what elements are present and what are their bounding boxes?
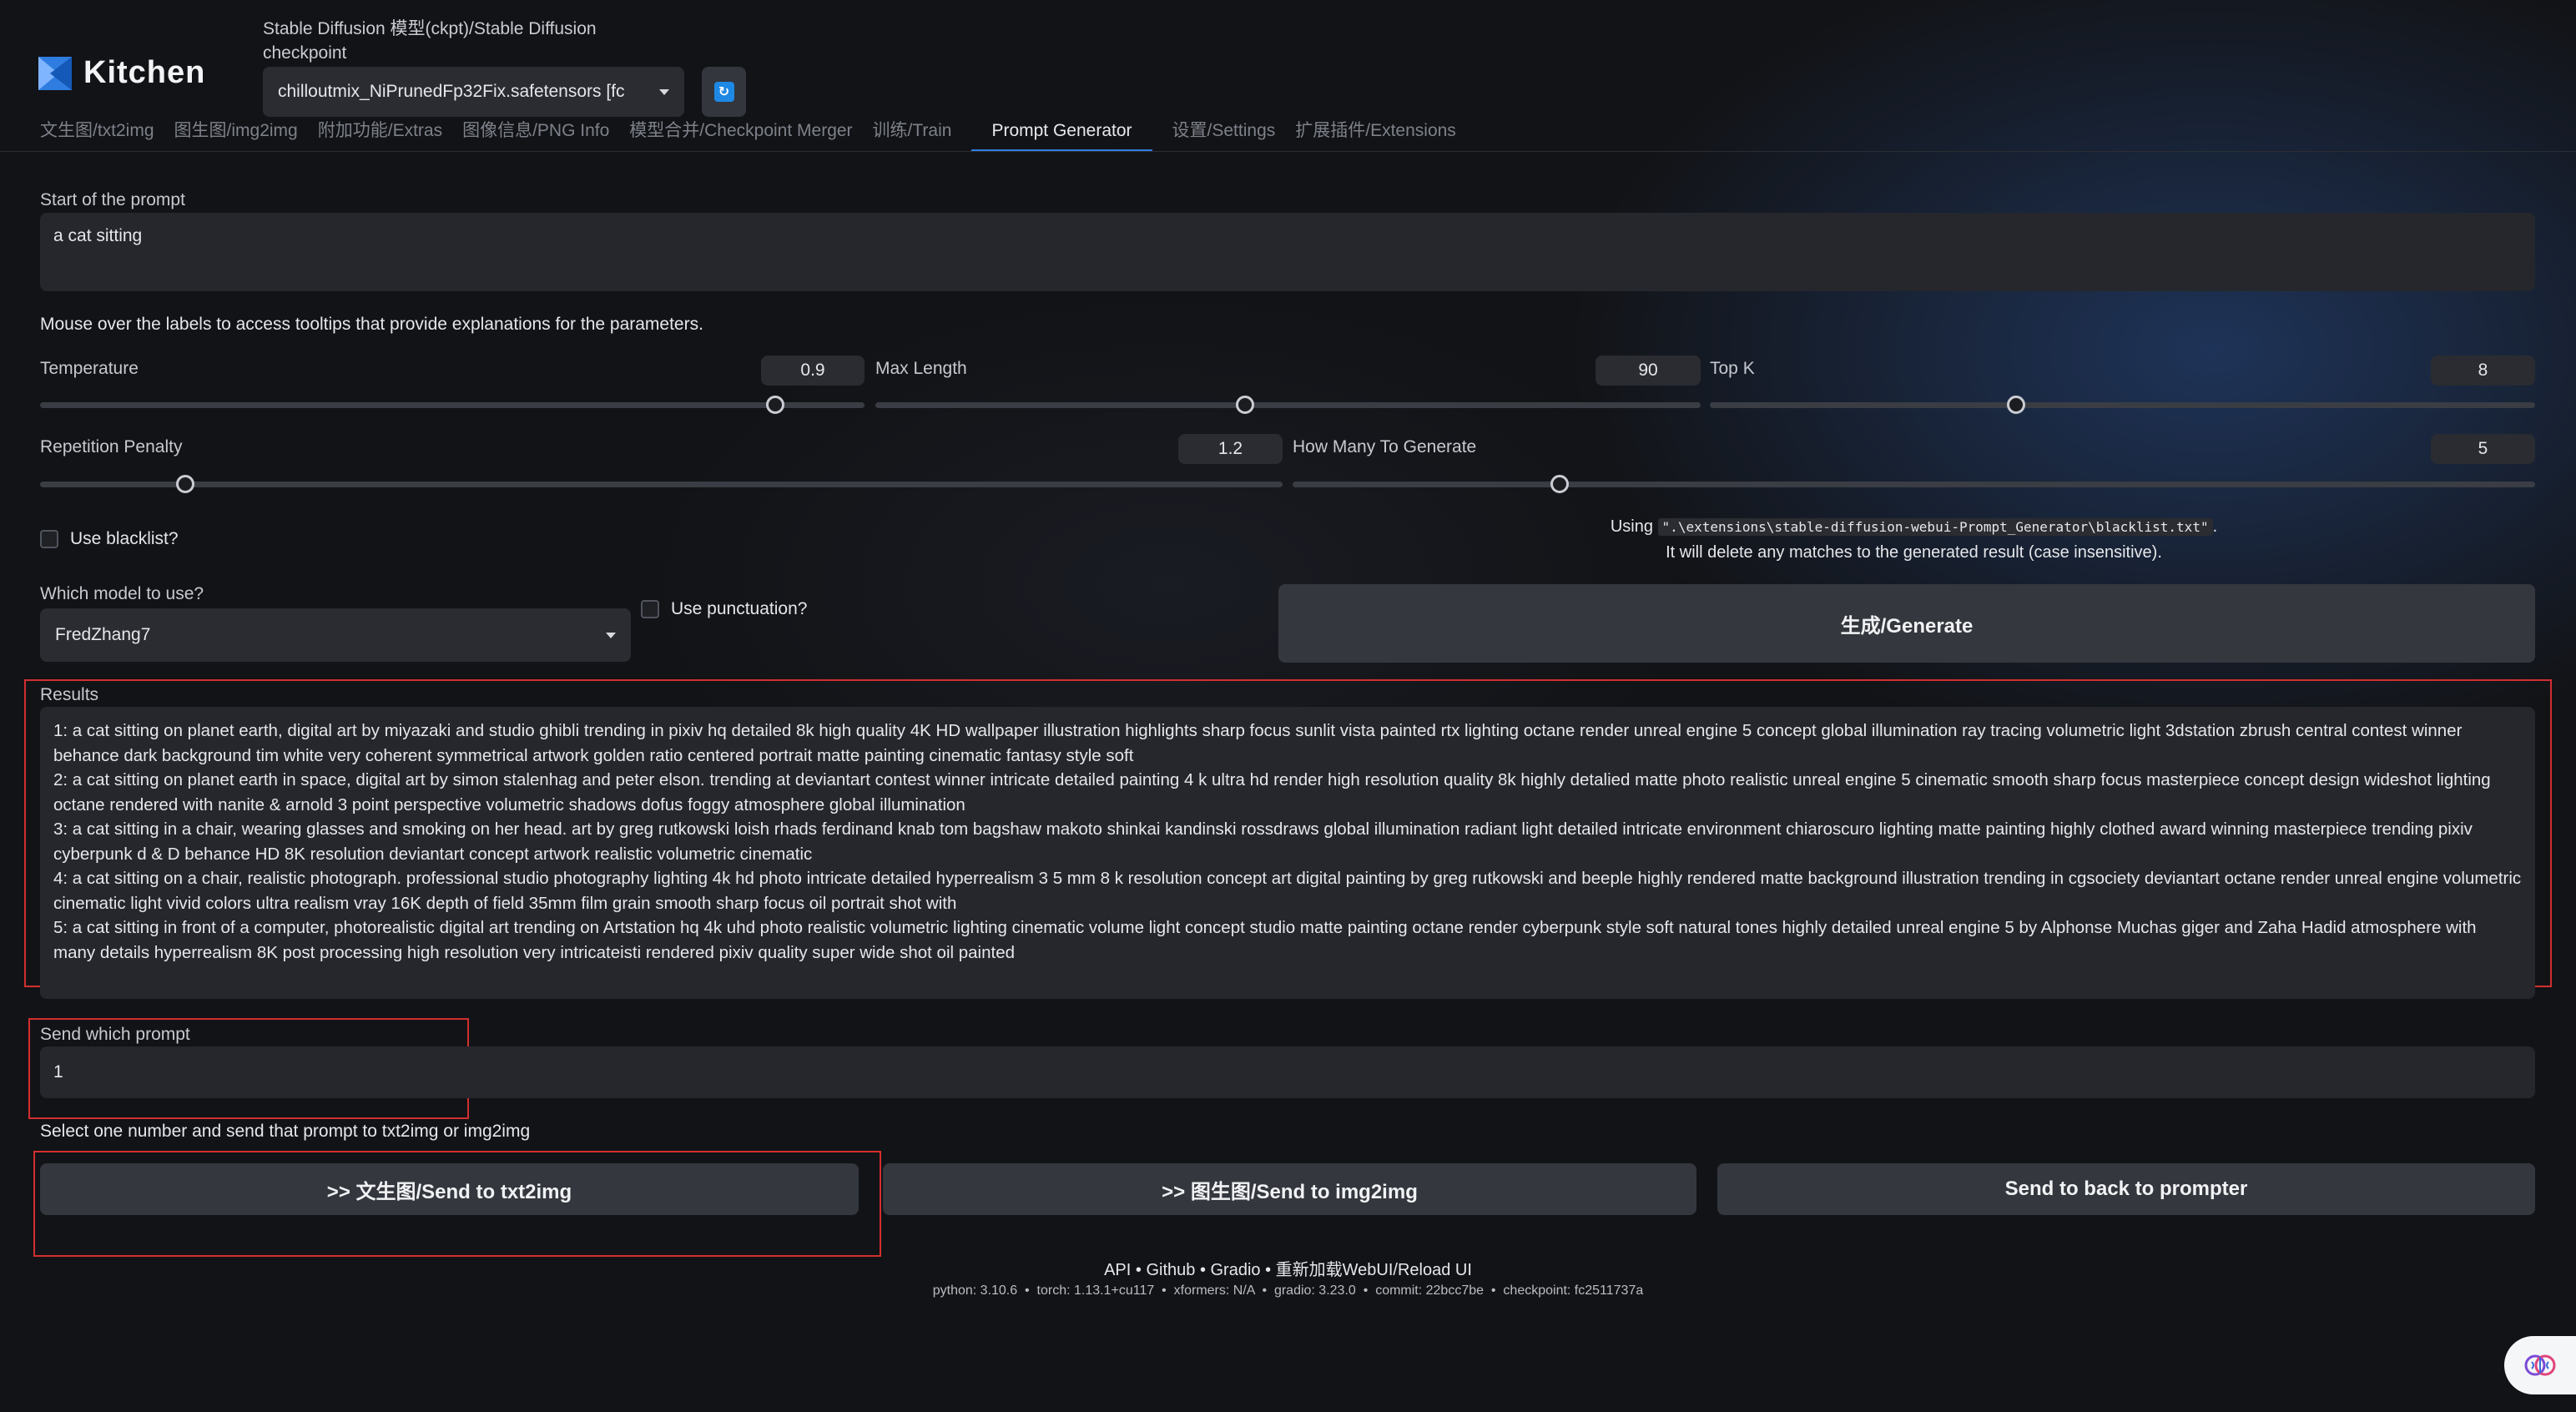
repetition-penalty-number-input[interactable]: 1.2 [1178,434,1283,464]
footer-commit: commit: 22bcc7be [1375,1283,1485,1298]
footer-gradio-link[interactable]: Gradio [1211,1261,1261,1279]
top-k-number-input[interactable]: 8 [2431,356,2535,386]
result-line: 3: a cat sitting in a chair, wearing gla… [53,819,2473,864]
kitchen-logo-icon [38,56,72,90]
send-to-img2img-button[interactable]: >> 图生图/Send to img2img [883,1163,1696,1215]
tab-settings[interactable]: 设置/Settings [1152,117,1296,152]
footer-separator: • [1199,1261,1211,1279]
repetition-penalty-slider-track[interactable] [40,482,1283,487]
max-length-label: Max Length [875,359,967,378]
model-label: Which model to use? [40,584,204,603]
max-length-slider-track[interactable] [875,402,1701,408]
blacklist-label: Use blacklist? [70,529,179,548]
footer-links: API • Github • Gradio • 重新加载WebUI/Reload… [0,1256,2576,1280]
result-line: 4: a cat sitting on a chair, realistic p… [53,869,2522,913]
tab-train[interactable]: 训练/Train [873,117,972,152]
send-which-input[interactable]: 1 [40,1046,2535,1098]
main-tabs: 文生图/txt2img 图生图/img2img 附加功能/Extras 图像信息… [40,117,1476,152]
tab-extras[interactable]: 附加功能/Extras [318,117,462,152]
refresh-icon: ↻ [713,82,734,102]
prompt-start-value: a cat sitting [53,226,143,245]
footer-reload-link[interactable]: 重新加载WebUI/Reload UI [1276,1261,1472,1279]
temperature-number-input[interactable]: 0.9 [761,356,865,386]
send-which-label: Send which prompt [40,1025,190,1044]
footer-separator: • [1359,1283,1376,1298]
footer-meta: python: 3.10.6 • torch: 1.13.1+cu117 • x… [0,1283,2576,1299]
tab-img2img[interactable]: 图生图/img2img [174,117,318,152]
blacklist-note: It will delete any matches to the genera… [1666,543,2162,562]
footer-separator: • [1258,1283,1274,1298]
model-dropdown[interactable]: FredZhang7 [40,608,631,662]
brain-icon [2524,1354,2556,1376]
temperature-label: Temperature [40,359,139,378]
tab-txt2img[interactable]: 文生图/txt2img [40,117,174,152]
tab-extensions[interactable]: 扩展插件/Extensions [1295,117,1476,152]
blacklist-info: Using ".\extensions\stable-diffusion-web… [1293,514,2535,565]
chevron-down-icon [659,88,669,95]
footer-gradio-version: gradio: 3.23.0 [1273,1283,1356,1298]
results-textarea[interactable]: 1: a cat sitting on planet earth, digita… [40,707,2535,999]
select-hint: Select one number and send that prompt t… [40,1122,531,1141]
footer-torch-version: torch: 1.13.1+cu117 [1036,1283,1155,1298]
top-k-label: Top K [1710,359,1755,378]
app-logo: Kitchen [38,55,205,91]
app-name: Kitchen [83,55,206,90]
how-many-slider-track[interactable] [1293,482,2535,487]
send-back-to-prompter-button[interactable]: Send to back to prompter [1717,1163,2535,1215]
tooltip-hint: Mouse over the labels to access tooltips… [40,315,703,334]
refresh-checkpoint-button[interactable]: ↻ [702,67,746,117]
result-line: 1: a cat sitting on planet earth, digita… [53,721,2463,765]
repetition-penalty-label: Repetition Penalty [40,437,183,456]
blacklist-path: ".\extensions\stable-diffusion-webui-Pro… [1657,518,2213,536]
blacklist-using-suffix: . [2212,517,2218,536]
punctuation-checkbox[interactable] [641,600,659,618]
footer-checkpoint-hash: checkpoint: fc2511737a [1503,1283,1644,1298]
checkpoint-label: Stable Diffusion 模型(ckpt)/Stable Diffusi… [263,19,597,63]
footer-github-link[interactable]: Github [1146,1261,1195,1279]
footer-separator: • [1265,1261,1276,1279]
send-which-value: 1 [53,1062,63,1082]
tab-prompt-generator[interactable]: Prompt Generator [971,117,1152,152]
result-line: 5: a cat sitting in front of a computer,… [53,918,2477,962]
how-many-slider-thumb[interactable] [1550,475,1569,493]
footer-python-version: python: 3.10.6 [932,1283,1018,1298]
max-length-slider-thumb[interactable] [1236,396,1254,414]
footer-separator: • [1157,1283,1174,1298]
footer-api-link[interactable]: API [1104,1261,1131,1279]
model-value: FredZhang7 [55,625,151,644]
tab-png-info[interactable]: 图像信息/PNG Info [462,117,629,152]
repetition-penalty-slider-thumb[interactable] [176,475,194,493]
tab-checkpoint-merger[interactable]: 模型合并/Checkpoint Merger [629,117,872,152]
how-many-number-input[interactable]: 5 [2431,434,2535,464]
top-k-slider-track[interactable] [1710,402,2535,408]
tabs-divider [0,151,2576,152]
checkpoint-value: chilloutmix_NiPrunedFp32Fix.safetensors … [278,82,625,101]
footer-separator: • [1021,1283,1037,1298]
prompt-start-input[interactable]: a cat sitting [40,213,2535,291]
how-many-label: How Many To Generate [1293,437,1477,456]
max-length-number-input[interactable]: 90 [1596,356,1701,386]
send-to-txt2img-button[interactable]: >> 文生图/Send to txt2img [40,1163,859,1215]
prompt-start-label: Start of the prompt [40,190,185,209]
temperature-slider-track[interactable] [40,402,865,408]
checkpoint-dropdown[interactable]: chilloutmix_NiPrunedFp32Fix.safetensors … [263,67,684,117]
blacklist-checkbox[interactable] [40,530,58,548]
footer-separator: • [1135,1261,1147,1279]
punctuation-label: Use punctuation? [671,599,808,618]
footer-xformers-version: xformers: N/A [1173,1283,1255,1298]
generate-button[interactable]: 生成/Generate [1278,584,2535,663]
results-label: Results [40,685,99,704]
top-k-slider-thumb[interactable] [2007,396,2025,414]
result-line: 2: a cat sitting on planet earth in spac… [53,770,2491,814]
assistant-floating-button[interactable] [2504,1336,2576,1394]
blacklist-path-line: Using ".\extensions\stable-diffusion-web… [1293,514,2535,540]
footer-separator: • [1487,1283,1504,1298]
blacklist-using-text: Using [1610,517,1658,536]
temperature-slider-thumb[interactable] [766,396,784,414]
chevron-down-icon [606,632,616,638]
